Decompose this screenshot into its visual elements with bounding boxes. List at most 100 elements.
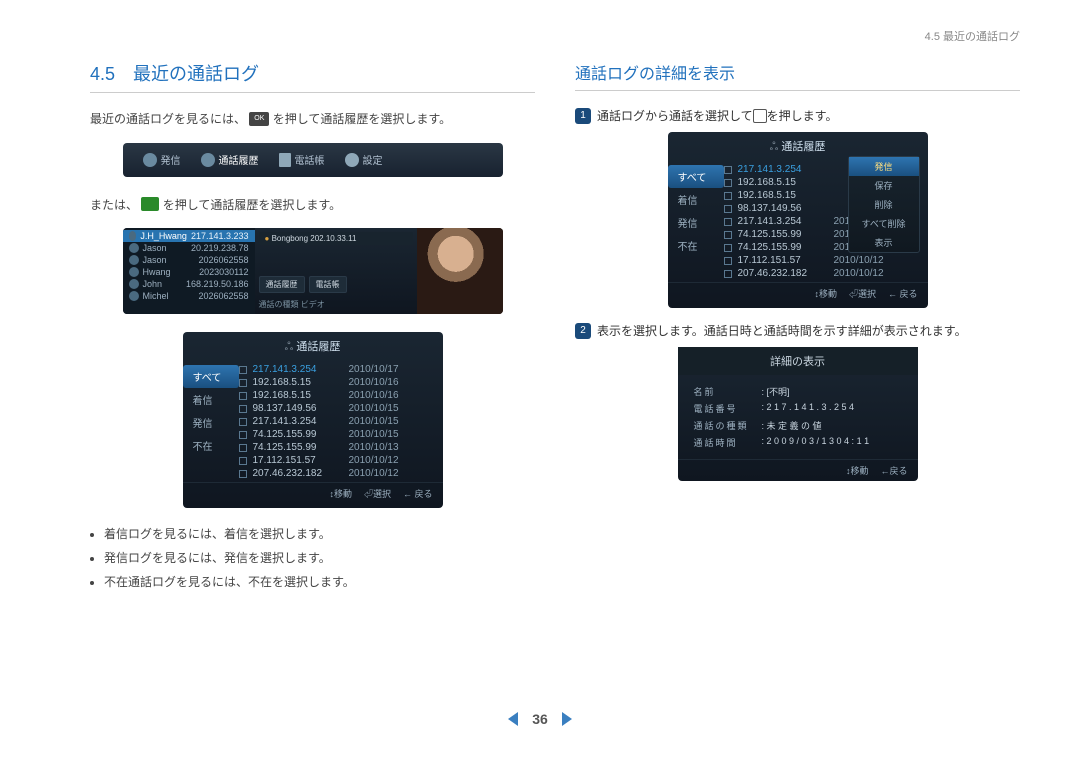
checkbox-icon[interactable] (239, 444, 247, 452)
text: を押します。 (767, 107, 838, 124)
tab-missed[interactable]: 不在 (183, 434, 239, 457)
log-rows: 217.141.3.2542010/10/17 192.168.5.152010… (239, 361, 443, 482)
checkbox-icon[interactable] (239, 470, 247, 478)
contacts-screenshot: J.H_Hwang 217.141.3.233 Jason20.219.238.… (123, 228, 503, 314)
hint-back: ← 戻る (403, 487, 433, 500)
detail-label: 電話番号 (694, 402, 754, 415)
detail-label: 通話時間 (694, 436, 754, 449)
checkbox-icon[interactable] (239, 457, 247, 465)
menu-call[interactable]: 発信 (849, 157, 919, 176)
tab-settings[interactable]: 設定 (345, 152, 383, 167)
checkbox-icon[interactable] (239, 392, 247, 400)
log-row[interactable]: 217.141.3.2542010/10/15 (239, 415, 437, 428)
next-page-icon[interactable] (562, 712, 572, 726)
tab-incoming[interactable]: 着信 (183, 388, 239, 411)
checkbox-icon[interactable] (724, 192, 732, 200)
tab-history[interactable]: 通話履歴 (201, 152, 259, 167)
checkbox-icon[interactable] (724, 166, 732, 174)
log-title: ஃ 通話履歴 (183, 332, 443, 361)
tab-incoming[interactable]: 着信 (668, 188, 724, 211)
caller-video-thumbnail (417, 228, 503, 314)
menu-delete[interactable]: 削除 (849, 195, 919, 214)
log-row[interactable]: 207.46.232.1822010/10/12 (724, 267, 922, 280)
detail-value: : [不明] (762, 385, 902, 398)
call-log-with-menu-screenshot: ஃ 通話履歴 すべて 着信 発信 不在 217.141.3.254 192.16… (668, 132, 928, 308)
text: または、 (90, 198, 138, 212)
checkbox-icon[interactable] (724, 270, 732, 278)
page-number: 36 (532, 711, 548, 727)
history-icon (201, 153, 215, 167)
bullet-item: 不在通話ログを見るには、不在を選択します。 (104, 570, 535, 594)
call-icon (143, 153, 157, 167)
tab-missed[interactable]: 不在 (668, 234, 724, 257)
person-icon (129, 279, 139, 289)
log-row[interactable]: 74.125.155.992010/10/15 (239, 428, 437, 441)
checkbox-icon[interactable] (239, 418, 247, 426)
person-icon (129, 267, 139, 277)
log-row[interactable]: 192.168.5.152010/10/16 (239, 389, 437, 402)
log-row[interactable]: 17.112.151.572010/10/12 (724, 254, 922, 267)
checkbox-icon[interactable] (239, 366, 247, 374)
checkbox-icon[interactable] (239, 431, 247, 439)
mini-history-button[interactable]: 通話履歴 (259, 276, 305, 293)
tab-outgoing[interactable]: 発信 (183, 411, 239, 434)
checkbox-icon[interactable] (239, 379, 247, 387)
prev-page-icon[interactable] (508, 712, 518, 726)
step-1: 1 通話ログから通話を選択して を押します。 (575, 107, 1020, 124)
bullet-item: 着信ログを見るには、着信を選択します。 (104, 522, 535, 546)
detail-title: 詳細の表示 (678, 347, 918, 375)
contact-row[interactable]: John168.219.50.186 (123, 278, 255, 290)
detail-footer: ↕移動 ←戻る (678, 459, 918, 481)
contact-row[interactable]: Jason20.219.238.78 (123, 242, 255, 254)
detail-value: : 2 1 7 . 1 4 1 . 3 . 2 5 4 (762, 402, 902, 415)
menu-delete-all[interactable]: すべて削除 (849, 214, 919, 233)
detail-value: : 2 0 0 9 / 0 3 / 1 3 0 4 : 1 1 (762, 436, 902, 449)
log-filter-tabs: すべて 着信 発信 不在 (668, 161, 724, 282)
paragraph-2: または、 を押して通話履歴を選択します。 (90, 195, 535, 217)
tab-call[interactable]: 発信 (143, 152, 181, 167)
hint-move: ↕移動 (329, 487, 352, 500)
subsection-title: 通話ログの詳細を表示 (575, 60, 1020, 91)
mini-phonebook-button[interactable]: 電話帳 (309, 276, 347, 293)
log-row[interactable]: 217.141.3.2542010/10/17 (239, 363, 437, 376)
tab-outgoing[interactable]: 発信 (668, 211, 724, 234)
contact-row[interactable]: Hwang2023030112 (123, 266, 255, 278)
checkbox-icon[interactable] (724, 231, 732, 239)
detail-label: 名前 (694, 385, 754, 398)
checkbox-icon[interactable] (724, 244, 732, 252)
log-row[interactable]: 74.125.155.992010/10/13 (239, 441, 437, 454)
log-row[interactable]: 98.137.149.562010/10/15 (239, 402, 437, 415)
contact-row[interactable]: Jason2026062558 (123, 254, 255, 266)
tab-phonebook[interactable]: 電話帳 (279, 152, 325, 167)
person-icon (129, 231, 137, 241)
detail-value: : 未 定 義 の 値 (762, 419, 902, 432)
tab-all[interactable]: すべて (183, 365, 239, 388)
contact-row-header[interactable]: J.H_Hwang 217.141.3.233 (123, 230, 255, 242)
checkbox-icon[interactable] (724, 257, 732, 265)
menu-save[interactable]: 保存 (849, 176, 919, 195)
contact-row[interactable]: Michel2026062558 (123, 290, 255, 302)
checkbox-icon[interactable] (724, 218, 732, 226)
step-badge-2: 2 (575, 323, 591, 339)
checkbox-icon[interactable] (239, 405, 247, 413)
person-icon (129, 243, 139, 253)
log-row[interactable]: 17.112.151.572010/10/12 (239, 454, 437, 467)
checkbox-icon[interactable] (724, 205, 732, 213)
log-row[interactable]: 207.46.232.1822010/10/12 (239, 467, 437, 480)
detail-screenshot: 詳細の表示 名前 : [不明] 電話番号 : 2 1 7 . 1 4 1 . 3 .… (678, 347, 918, 481)
log-filter-tabs: すべて 着信 発信 不在 (183, 361, 239, 482)
call-type-label: 通話の種類 ビデオ (259, 299, 413, 310)
log-row[interactable]: 192.168.5.152010/10/16 (239, 376, 437, 389)
text: 通話ログから通話を選択して (597, 107, 753, 124)
checkbox-icon[interactable] (724, 179, 732, 187)
topbar-screenshot: 発信 通話履歴 電話帳 設定 (123, 143, 503, 177)
section-title: 4.5 最近の通話ログ (90, 60, 535, 93)
step-badge-1: 1 (575, 108, 591, 124)
tab-all[interactable]: すべて (668, 165, 724, 188)
menu-view[interactable]: 表示 (849, 233, 919, 252)
text: 表示を選択します。通話日時と通話時間を示す詳細が表示されます。 (597, 322, 967, 339)
hint-move: ↕移動 (846, 464, 869, 477)
log-footer: ↕移動 ⏎選択 ← 戻る (183, 482, 443, 504)
bullet-item: 発信ログを見るには、発信を選択します。 (104, 546, 535, 570)
enter-button-icon (753, 109, 767, 123)
